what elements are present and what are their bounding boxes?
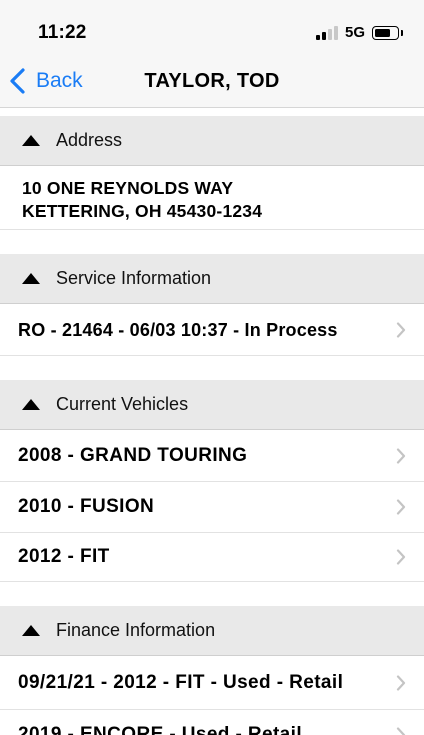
status-time: 11:22 <box>38 22 87 43</box>
finance-row[interactable]: 09/21/21 - 2012 - FIT - Used - Retail <box>0 657 424 709</box>
vehicle-row[interactable]: 2010 - FUSION <box>0 482 424 532</box>
battery-tip <box>401 30 403 36</box>
section-title-service: Service Information <box>56 268 212 288</box>
triangle-up-icon <box>22 625 40 636</box>
triangle-up-icon <box>22 399 40 410</box>
address-line-1: 10 ONE REYNOLDS WAY <box>22 178 234 198</box>
divider <box>0 229 424 230</box>
divider <box>0 355 424 356</box>
service-row[interactable]: RO - 21464 - 06/03 10:37 - In Process <box>0 305 424 355</box>
address-line-2: KETTERING, OH 45430-1234 <box>22 201 263 221</box>
address-block: 10 ONE REYNOLDS WAY KETTERING, OH 45430-… <box>22 177 262 223</box>
triangle-up-icon <box>22 273 40 284</box>
section-header-finance[interactable]: Finance Information <box>0 606 424 656</box>
chevron-right-icon <box>396 499 406 515</box>
section-title-finance: Finance Information <box>56 620 216 640</box>
section-title-address: Address <box>56 130 123 150</box>
chevron-right-icon <box>396 322 406 338</box>
vehicle-row-label: 2010 - FUSION <box>18 496 155 517</box>
vehicle-row-label: 2012 - FIT <box>18 546 110 567</box>
finance-row-label: 2019 - ENCORE - Used - Retail <box>18 724 303 735</box>
triangle-up-icon <box>22 135 40 146</box>
chevron-right-icon <box>396 549 406 565</box>
chevron-right-icon <box>396 675 406 691</box>
status-bar: 11:22 5G <box>0 0 424 58</box>
vehicle-row[interactable]: 2008 - GRAND TOURING <box>0 431 424 481</box>
chevron-right-icon <box>396 727 406 735</box>
finance-row[interactable]: 2019 - ENCORE - Used - Retail <box>0 710 424 735</box>
vehicle-row[interactable]: 2012 - FIT <box>0 533 424 581</box>
vehicle-row-label: 2008 - GRAND TOURING <box>18 445 248 466</box>
chevron-right-icon <box>396 448 406 464</box>
page-title: TAYLOR, TOD <box>144 70 280 92</box>
battery-level <box>375 29 390 37</box>
finance-row-label: 09/21/21 - 2012 - FIT - Used - Retail <box>18 672 344 693</box>
section-header-address[interactable]: Address <box>0 116 424 166</box>
battery-icon <box>372 26 399 40</box>
cellular-signal-icon <box>316 26 338 40</box>
service-row-label: RO - 21464 - 06/03 10:37 - In Process <box>18 319 338 340</box>
navigation-bar: Back TAYLOR, TOD <box>0 58 424 108</box>
network-type: 5G <box>345 24 366 41</box>
section-header-service[interactable]: Service Information <box>0 254 424 304</box>
customer-detail-screen: 11:22 5G Back TAYLOR, TOD Address 10 ONE… <box>0 0 424 735</box>
divider <box>0 581 424 582</box>
section-title-vehicles: Current Vehicles <box>56 394 189 414</box>
section-header-vehicles[interactable]: Current Vehicles <box>0 380 424 430</box>
